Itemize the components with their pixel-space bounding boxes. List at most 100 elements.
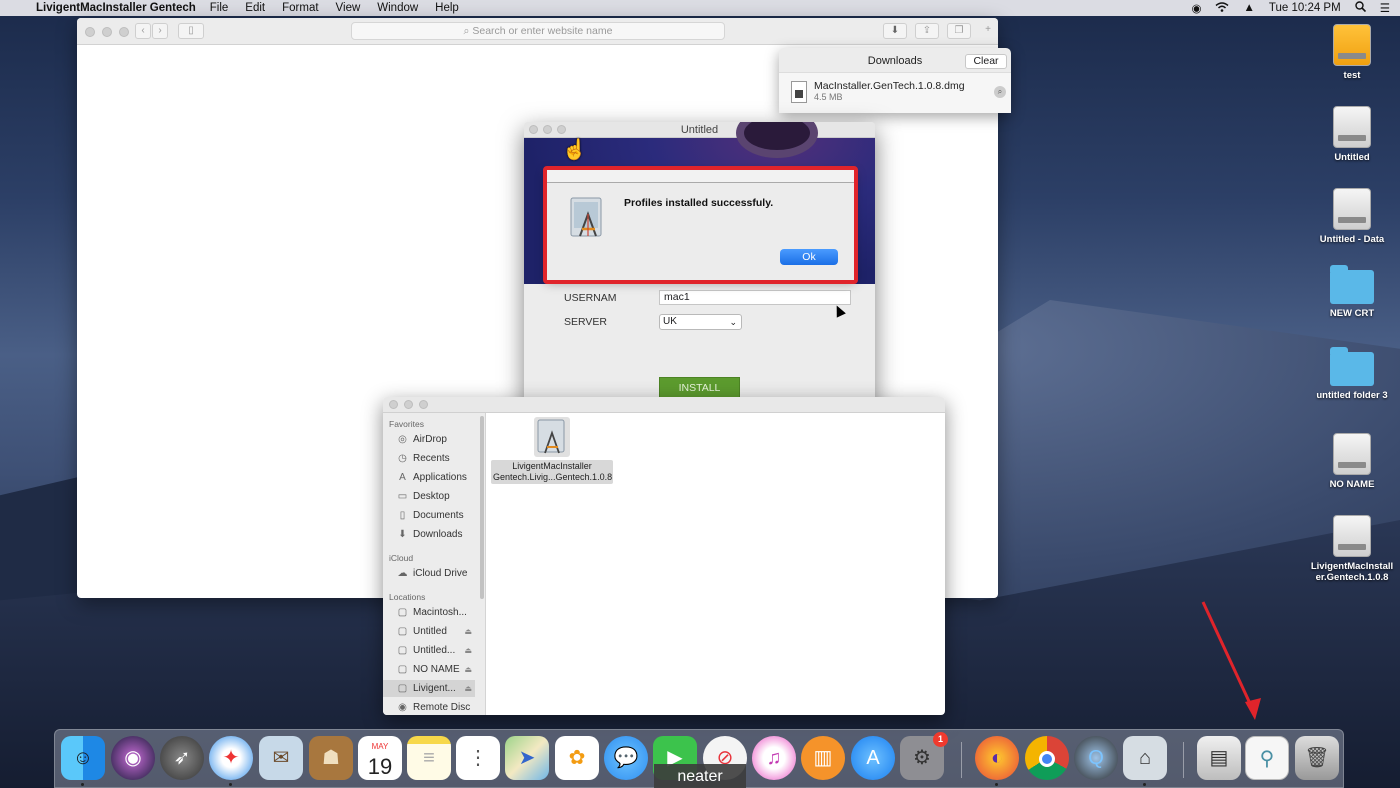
screen-record-icon[interactable]: ◉ [1191, 1, 1201, 15]
disk-icon: ▢ [397, 645, 408, 656]
disk-icon: ▢ [397, 683, 408, 694]
sidebar-item-label: Livigent... [413, 683, 456, 694]
download-item[interactable]: MacInstaller.GenTech.1.0.8.dmg 4.5 MB ⌕ [779, 72, 1011, 113]
disk-image-icon[interactable]: ▤ [1197, 736, 1241, 780]
calendar-icon[interactable]: MAY 19 [358, 736, 402, 780]
back-button[interactable]: ‹ [135, 23, 151, 39]
maps-icon[interactable]: ➤ [505, 736, 549, 780]
sidebar-item-remote-disc[interactable]: ◉ Remote Disc [383, 699, 475, 715]
sidebar-item-livigent[interactable]: ▢ Livigent... ⏏ [383, 680, 475, 697]
tabs-overview-button[interactable]: ❐ [947, 23, 971, 39]
desktop-item-livigent-installer[interactable]: LivigentMacInstall er.Gentech.1.0.8 [1307, 515, 1397, 583]
chrome-icon[interactable] [1025, 736, 1069, 780]
trash-icon[interactable]: 🗑 [1295, 736, 1339, 780]
airplay-icon[interactable]: ▲ [1243, 2, 1254, 14]
chevron-down-icon: ⌄ [729, 317, 737, 327]
favorites-header: Favorites [389, 419, 424, 429]
sidebar-item-airdrop[interactable]: ◎ AirDrop [383, 431, 475, 448]
username-field[interactable]: mac1 [659, 290, 851, 305]
itunes-icon[interactable]: ♫ [752, 736, 796, 780]
menu-help[interactable]: Help [435, 2, 459, 14]
document-icon: ▯ [399, 510, 406, 521]
sidebar-item-label: Macintosh... [413, 607, 467, 618]
menu-edit[interactable]: Edit [245, 2, 265, 14]
desktop-item-test[interactable]: test [1307, 24, 1397, 81]
clear-downloads-button[interactable]: Clear [965, 54, 1007, 69]
sidebar-item-recents[interactable]: ◷ Recents [383, 450, 475, 467]
contacts-icon[interactable]: ☗ [309, 736, 353, 780]
quicktime-icon[interactable]: Q [1074, 736, 1118, 780]
books-icon[interactable]: ▥ [801, 736, 845, 780]
system-preferences-icon[interactable]: ⚙ 1 [900, 732, 948, 780]
desktop-item-no-name[interactable]: NO NAME [1307, 433, 1397, 490]
forward-button[interactable]: › [152, 23, 168, 39]
sidebar-toggle-button[interactable]: ▯ [178, 23, 204, 39]
eject-icon[interactable]: ⏏ [464, 623, 472, 640]
zoom-button[interactable] [557, 125, 566, 134]
minimize-button[interactable] [102, 27, 112, 37]
menu-file[interactable]: File [210, 2, 229, 14]
mail-icon[interactable]: ✉ [259, 736, 303, 780]
installer-icon[interactable]: ⌂ [1123, 736, 1167, 780]
close-button[interactable] [85, 27, 95, 37]
sidebar-item-macintosh-hd[interactable]: ▢ Macintosh... [383, 604, 475, 621]
close-button[interactable] [389, 400, 398, 409]
menu-format[interactable]: Format [282, 2, 318, 14]
notes-icon[interactable]: ≡ [407, 736, 451, 780]
app-store-icon[interactable]: A [851, 736, 895, 780]
address-bar[interactable]: ⌕ Search or enter website name [351, 22, 725, 40]
sidebar-item-untitled-data[interactable]: ▢ Untitled... ⏏ [383, 642, 475, 659]
finder-icon[interactable]: ☺ [61, 736, 105, 780]
photos-icon[interactable]: ✿ [555, 736, 599, 780]
launchpad-icon[interactable]: ➶ [160, 736, 204, 780]
sidebar-item-applications[interactable]: A Applications [383, 469, 475, 486]
sidebar-item-icloud-drive[interactable]: ☁ iCloud Drive [383, 565, 475, 582]
new-tab-button[interactable]: + [979, 23, 997, 39]
sidebar-item-downloads[interactable]: ⬇ Downloads [383, 526, 475, 543]
minimize-button[interactable] [543, 125, 552, 134]
drive-icon [1333, 106, 1371, 148]
notification-center-icon[interactable]: ☰ [1380, 1, 1390, 15]
installer-titlebar: Untitled [524, 122, 875, 138]
desktop-item-untitled-folder-3[interactable]: untitled folder 3 [1307, 347, 1397, 401]
drive-icon [1333, 188, 1371, 230]
menu-app-name[interactable]: LivigentMacInstaller Gentech [36, 2, 196, 14]
sidebar-scrollbar[interactable] [480, 416, 484, 599]
desktop-item-untitled-data[interactable]: Untitled - Data [1307, 188, 1397, 245]
sidebar-item-untitled[interactable]: ▢ Untitled ⏏ [383, 623, 475, 640]
applications-icon: A [399, 472, 406, 483]
eject-icon[interactable]: ⏏ [464, 661, 472, 678]
running-indicator [995, 783, 998, 786]
sidebar-item-documents[interactable]: ▯ Documents [383, 507, 475, 524]
zoom-button[interactable] [119, 27, 129, 37]
sidebar-item-no-name[interactable]: ▢ NO NAME ⏏ [383, 661, 475, 678]
siri-icon[interactable]: ◉ [111, 736, 155, 780]
menu-view[interactable]: View [336, 2, 361, 14]
installer-file-item[interactable]: LivigentMacInstaller Gentech.Livig...Gen… [491, 417, 613, 484]
minimize-button[interactable] [404, 400, 413, 409]
reminders-icon[interactable]: ⋮ [456, 736, 500, 780]
gentech-app-icon[interactable]: ⚲ [1245, 736, 1289, 780]
zoom-button[interactable] [419, 400, 428, 409]
close-button[interactable] [529, 125, 538, 134]
wifi-icon[interactable] [1215, 1, 1229, 15]
sidebar-item-label: Documents [413, 510, 464, 521]
share-button[interactable]: ⇪ [915, 23, 939, 39]
eject-icon[interactable]: ⏏ [464, 680, 472, 697]
desktop-item-untitled[interactable]: Untitled [1307, 106, 1397, 163]
sidebar-item-label: Desktop [413, 491, 450, 502]
firefox-icon[interactable]: ◐ [975, 736, 1019, 780]
menu-window[interactable]: Window [377, 2, 418, 14]
eject-icon[interactable]: ⏏ [464, 642, 472, 659]
downloads-button[interactable]: ⬇ [883, 23, 907, 39]
reveal-in-finder-icon[interactable]: ⌕ [994, 86, 1006, 98]
installer-title: Untitled [680, 124, 719, 136]
safari-icon[interactable]: ✦ [209, 736, 253, 780]
menu-clock[interactable]: Tue 10:24 PM [1269, 2, 1341, 14]
server-select[interactable]: UK ⌄ [659, 314, 742, 330]
desktop-item-label: NO NAME [1329, 479, 1375, 490]
sidebar-item-desktop[interactable]: ▭ Desktop [383, 488, 475, 505]
spotlight-search-icon[interactable] [1354, 1, 1366, 15]
messages-icon[interactable]: 💬 [604, 736, 648, 780]
desktop-item-new-crt[interactable]: NEW CRT [1307, 265, 1397, 319]
